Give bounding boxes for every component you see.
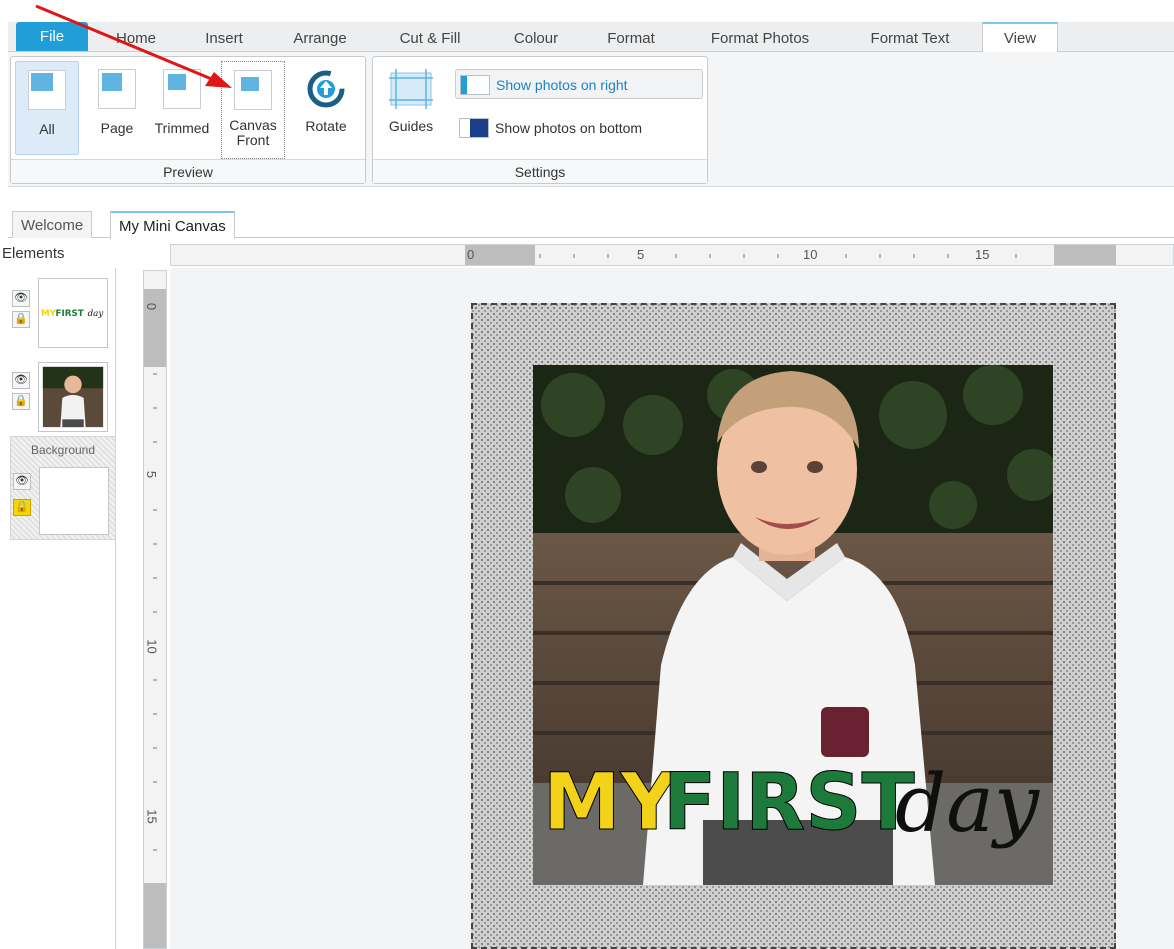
preview-group-label: Preview (11, 159, 365, 183)
layer-background[interactable]: Background 👁 🔒 (10, 436, 116, 540)
settings-group-label: Settings (373, 159, 707, 183)
ruler-label: 5 (144, 470, 160, 479)
tab-colour[interactable]: Colour (504, 27, 568, 51)
svg-text:FIRST: FIRST (56, 309, 84, 319)
background-label: Background (30, 443, 96, 457)
tab-arrange[interactable]: Arrange (284, 27, 356, 51)
svg-text:MY: MY (41, 309, 57, 319)
day-text[interactable]: day (895, 757, 1041, 850)
show-photos-right-button[interactable]: Show photos on right (455, 69, 703, 99)
layer-text-thumbnail: MY FIRST day (38, 278, 108, 348)
preview-canvas-front-label: Canvas Front (229, 117, 277, 148)
horizontal-ruler-scale (465, 245, 1116, 265)
eye-icon[interactable]: 👁 (13, 473, 31, 490)
guides-icon (389, 69, 433, 109)
settings-group: Guides Show photos on right Show photos … (372, 56, 708, 184)
text-thumbnail-image: MY FIRST day (41, 309, 105, 319)
rotate-icon (307, 70, 345, 108)
elements-panel: 👁 🔒 MY FIRST day 👁 🔒 Background 👁 🔒 (8, 268, 116, 949)
preview-page-label: Page (100, 120, 134, 136)
horizontal-ruler[interactable]: 0 5 10 15 (170, 244, 1174, 266)
layer-photo-thumbnail (38, 362, 108, 432)
layer-background-thumbnail (39, 467, 109, 535)
svg-text:day: day (88, 309, 105, 319)
ruler-label: 15 (975, 247, 990, 262)
my-text[interactable]: MY (543, 758, 680, 849)
tab-format-text[interactable]: Format Text (856, 27, 964, 51)
elements-title: Elements (0, 240, 170, 268)
vertical-ruler[interactable]: 0 5 10 15 (143, 270, 167, 949)
ruler-label: 5 (637, 247, 645, 262)
tab-format[interactable]: Format (598, 27, 664, 51)
eye-icon[interactable]: 👁 (12, 290, 30, 307)
layout-right-icon (460, 75, 490, 95)
ruler-label: 10 (803, 247, 818, 262)
layout-bottom-icon (459, 118, 489, 138)
layer-text[interactable]: 👁 🔒 MY FIRST day (10, 278, 114, 350)
lock-icon[interactable]: 🔒 (12, 311, 30, 328)
tab-format-photos[interactable]: Format Photos (700, 27, 820, 51)
guides-button[interactable]: Guides (381, 61, 441, 155)
photo-thumbnail-image (42, 366, 104, 428)
first-text[interactable]: FIRST (663, 758, 916, 849)
show-photos-bottom-button[interactable]: Show photos on bottom (455, 113, 703, 143)
show-photos-bottom-label: Show photos on bottom (495, 120, 643, 136)
annotation-arrow (35, 4, 232, 88)
show-photos-right-label: Show photos on right (496, 77, 628, 93)
ruler-label: 15 (144, 809, 160, 824)
guides-label: Guides (388, 118, 434, 134)
rotate-button[interactable]: Rotate (293, 61, 359, 155)
photo-element[interactable]: MY FIRST day (533, 365, 1053, 885)
eye-icon[interactable]: 👁 (12, 372, 30, 389)
ruler-label: 0 (467, 247, 475, 262)
tab-view[interactable]: View (982, 22, 1058, 53)
vertical-ruler-scale (144, 289, 166, 948)
preview-all-label: All (39, 121, 55, 137)
document-tabs: Welcome My Mini Canvas (0, 187, 1174, 239)
tab-cut-fill[interactable]: Cut & Fill (390, 27, 470, 51)
ruler-label: 0 (144, 302, 160, 311)
lock-icon[interactable]: 🔒 (13, 499, 31, 516)
tab-my-mini-canvas[interactable]: My Mini Canvas (110, 211, 235, 239)
tab-welcome[interactable]: Welcome (12, 211, 93, 238)
ruler-label: 10 (144, 639, 160, 654)
lock-icon[interactable]: 🔒 (12, 393, 30, 410)
rotate-label: Rotate (305, 118, 347, 134)
preview-trimmed-label: Trimmed (154, 120, 210, 136)
layer-photo[interactable]: 👁 🔒 (10, 362, 114, 434)
photo-image: MY FIRST day (533, 365, 1053, 885)
